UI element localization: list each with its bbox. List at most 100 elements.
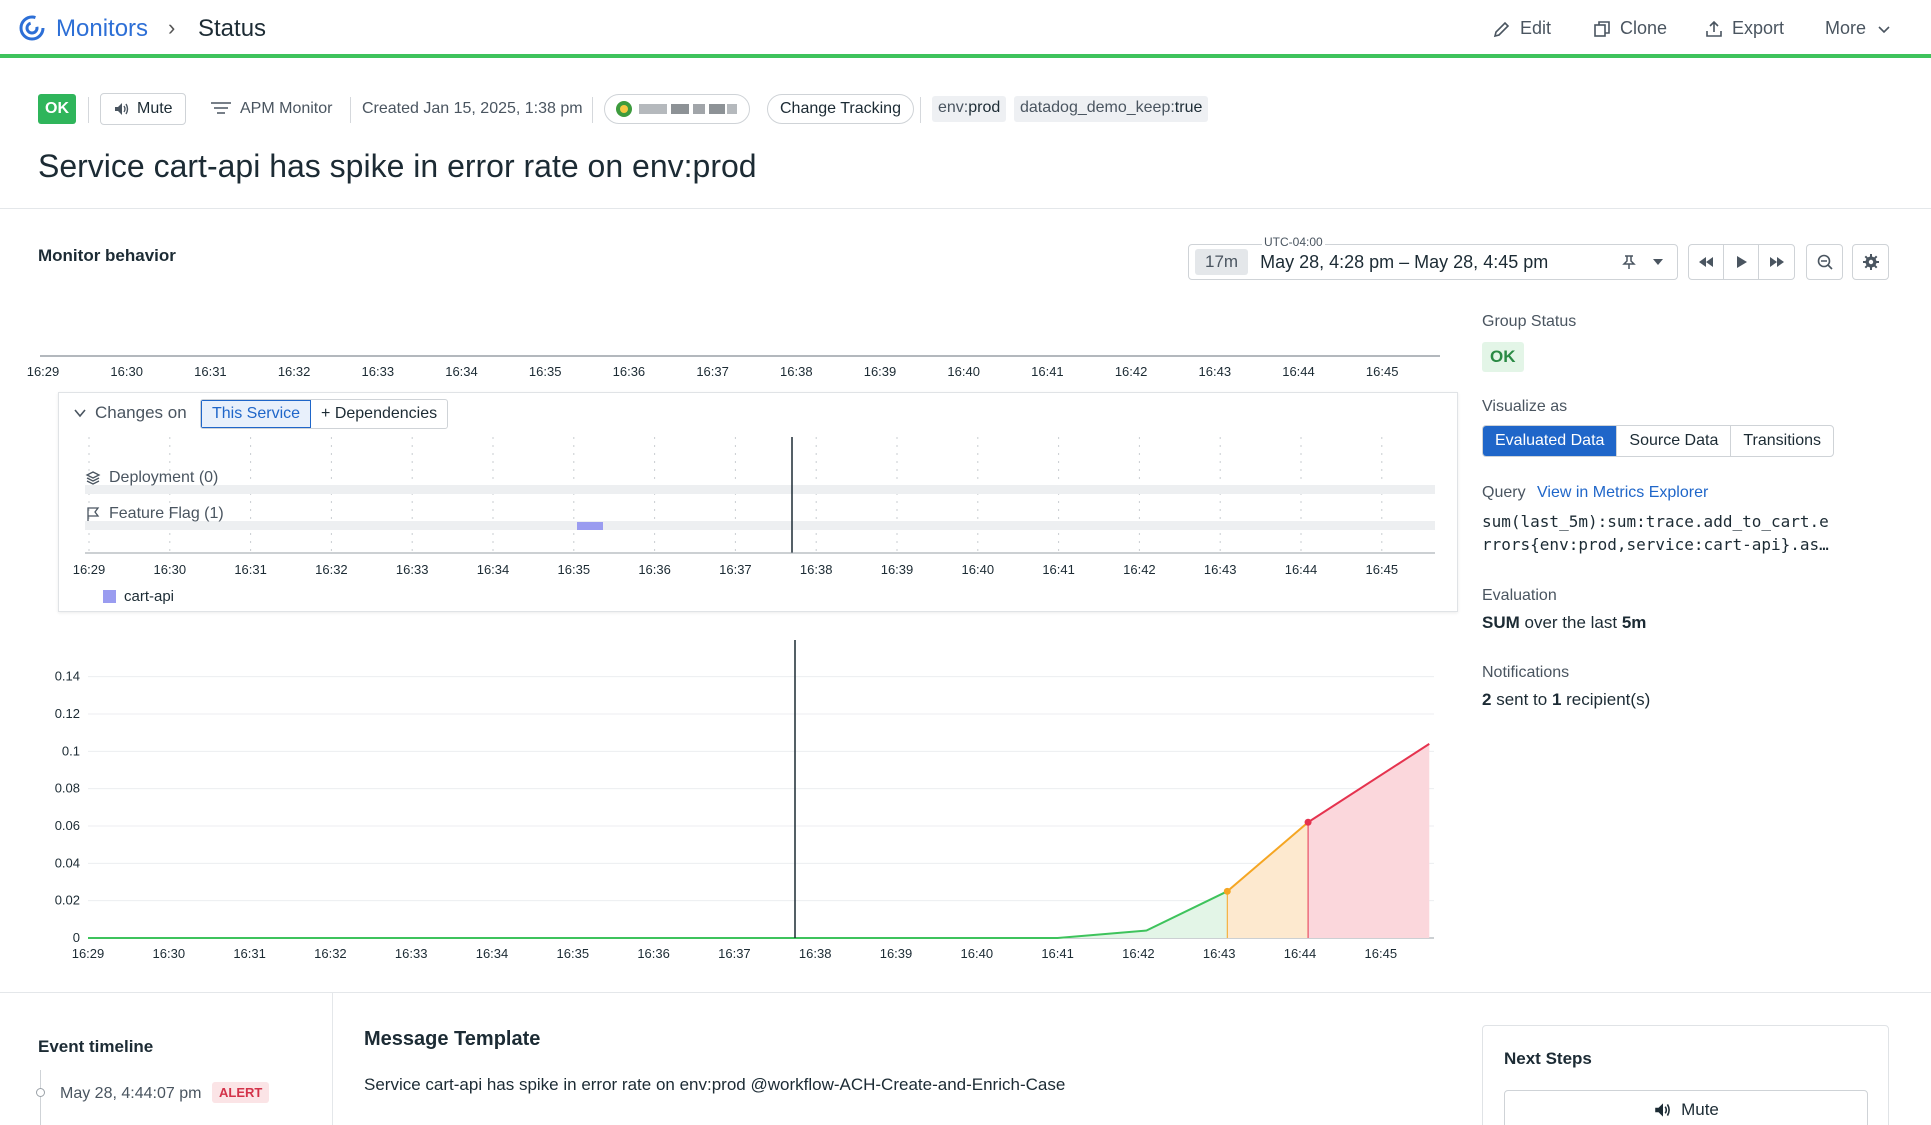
top-axis-tick: 16:35	[529, 364, 562, 379]
event-time[interactable]: May 28, 4:44:07 pm	[60, 1085, 201, 1103]
zoom-out-button[interactable]	[1807, 245, 1842, 279]
monitors-logo-icon	[19, 15, 45, 41]
changes-axis-tick: 16:42	[1123, 562, 1156, 577]
next-steps-mute-button[interactable]: Mute	[1504, 1090, 1868, 1125]
alert-badge: ALERT	[212, 1082, 270, 1103]
query-text: sum(last_5m):sum:trace.add_to_cart.e rro…	[1482, 512, 1829, 554]
top-axis-tick: 16:33	[362, 364, 395, 379]
creator-avatar[interactable]	[604, 94, 750, 124]
redacted-name-icon	[639, 104, 737, 114]
y-axis-tick: 0.1	[62, 743, 80, 758]
changes-axis-tick: 16:39	[881, 562, 914, 577]
x-axis-tick: 16:32	[314, 946, 347, 961]
rewind-button[interactable]	[1689, 245, 1724, 279]
x-axis-tick: 16:41	[1041, 946, 1074, 961]
x-axis-tick: 16:40	[961, 946, 994, 961]
monitor-type: APM Monitor	[210, 100, 332, 118]
fast-forward-icon	[1769, 257, 1784, 267]
changes-axis-tick: 16:34	[477, 562, 510, 577]
feature-flag-event[interactable]	[577, 522, 603, 530]
edit-button[interactable]: Edit	[1492, 18, 1551, 39]
area-ok	[88, 891, 1228, 938]
top-axis-tick: 16:41	[1031, 364, 1064, 379]
visualize-toggle: Evaluated Data Source Data Transitions	[1482, 425, 1834, 457]
changes-axis-tick: 16:32	[315, 562, 348, 577]
group-status-label: Group Status	[1482, 313, 1577, 330]
event-timeline-heading: Event timeline	[38, 1037, 154, 1056]
changes-axis-tick: 16:41	[1042, 562, 1075, 577]
transition-point[interactable]	[1304, 818, 1312, 826]
evaluation-label: Evaluation	[1482, 587, 1557, 604]
top-axis-tick: 16:32	[278, 364, 311, 379]
changes-chart: 16:29 16:30 16:31 16:32 16:33 16:34 16:35 16:36…	[73, 437, 1435, 577]
changes-axis-tick: 16:43	[1204, 562, 1237, 577]
top-bar: Monitors › Status Edit Clone Export More	[0, 0, 1931, 58]
evaluated-data-tab[interactable]: Evaluated Data	[1483, 426, 1618, 456]
y-axis-tick: 0.14	[55, 669, 80, 684]
duration-chip: 17m	[1195, 249, 1249, 275]
clone-button[interactable]: Clone	[1592, 18, 1667, 39]
changes-axis-tick: 16:40	[962, 562, 995, 577]
more-button[interactable]: More	[1825, 18, 1894, 39]
changes-panel: Changes on This Service + Dependencies 1…	[58, 392, 1458, 612]
changes-axis-tick: 16:29	[73, 562, 106, 577]
time-range-text: May 28, 4:28 pm – May 28, 4:45 pm	[1260, 251, 1549, 272]
status-badge: OK	[38, 94, 76, 124]
group-status-badge: OK	[1482, 342, 1524, 372]
top-axis-tick: 16:38	[780, 364, 813, 379]
x-axis-tick: 16:43	[1203, 946, 1236, 961]
layers-icon	[85, 471, 101, 485]
x-axis-tick: 16:42	[1122, 946, 1155, 961]
breadcrumb-monitors[interactable]: Monitors	[56, 15, 148, 43]
notifications-label: Notifications	[1482, 664, 1570, 681]
tag-env[interactable]: env:prod	[932, 96, 1007, 122]
top-axis-tick: 16:39	[864, 364, 897, 379]
page-title: Service cart-api has spike in error rate…	[38, 148, 757, 184]
top-axis-tick: 16:36	[613, 364, 646, 379]
top-axis-tick: 16:45	[1366, 364, 1399, 379]
deployment-row-label: Deployment (0)	[85, 469, 218, 487]
y-axis-tick: 0.04	[55, 855, 80, 870]
y-axis-tick: 0	[73, 930, 80, 945]
export-icon	[1706, 20, 1722, 37]
mute-button[interactable]: Mute	[100, 93, 186, 125]
timeline-dot	[36, 1088, 45, 1097]
chevron-right-icon: ›	[168, 15, 176, 40]
chevron-down-icon	[1878, 25, 1890, 33]
caret-down-icon[interactable]	[1651, 255, 1665, 269]
top-axis-tick: 16:37	[696, 364, 729, 379]
message-text: Service cart-api has spike in error rate…	[364, 1075, 1066, 1094]
changes-axis-tick: 16:35	[558, 562, 591, 577]
export-button[interactable]: Export	[1704, 18, 1784, 39]
x-axis-tick: 16:34	[476, 946, 509, 961]
changes-axis-tick: 16:31	[234, 562, 267, 577]
time-range-picker[interactable]: 17m May 28, 4:28 pm – May 28, 4:45 pm	[1188, 244, 1678, 280]
breadcrumb-status: Status	[198, 15, 267, 42]
monitor-behavior-heading: Monitor behavior	[38, 246, 176, 265]
metrics-explorer-link[interactable]: View in Metrics Explorer	[1537, 484, 1708, 502]
pin-icon[interactable]	[1619, 252, 1639, 272]
changes-axis-tick: 16:33	[396, 562, 429, 577]
x-axis-tick: 16:38	[799, 946, 832, 961]
notifications-text: 2 sent to 1 recipient(s)	[1482, 690, 1651, 709]
play-button[interactable]	[1724, 245, 1759, 279]
x-axis-tick: 16:39	[880, 946, 913, 961]
top-axis-tick: 16:40	[947, 364, 980, 379]
source-data-tab[interactable]: Source Data	[1617, 426, 1732, 456]
change-tracking-button[interactable]: Change Tracking	[767, 94, 914, 124]
speaker-icon	[1655, 1103, 1670, 1117]
transition-point[interactable]	[1223, 887, 1231, 895]
x-axis-tick: 16:44	[1284, 946, 1317, 961]
settings-button[interactable]	[1853, 245, 1888, 279]
changes-legend[interactable]: cart-api	[103, 588, 174, 605]
tag-datadog-demo-keep[interactable]: datadog_demo_keep:true	[1014, 96, 1209, 122]
gear-icon	[1862, 254, 1879, 270]
query-label: Query	[1482, 484, 1526, 501]
created-date: Created Jan 15, 2025, 1:38 pm	[362, 100, 583, 117]
series-line-ok	[88, 890, 1228, 939]
zoom-out-icon	[1817, 254, 1833, 270]
transitions-tab[interactable]: Transitions	[1731, 426, 1833, 456]
fast-forward-button[interactable]	[1759, 245, 1794, 279]
pencil-icon	[1493, 21, 1510, 37]
error-rate-chart: 0 0.02 0.04 0.06 0.08 0.1 0.12 0.14 16:29 16:30 1…	[55, 640, 1434, 961]
